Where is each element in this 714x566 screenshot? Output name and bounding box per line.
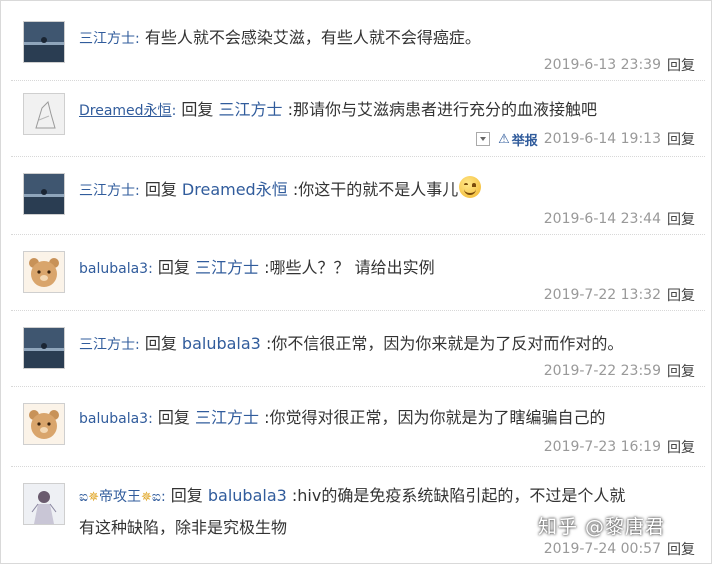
reply-link[interactable]: 回复 — [667, 539, 695, 559]
star-icon: ✵ — [140, 490, 152, 505]
username-separator: : — [148, 261, 153, 277]
username-separator: : — [171, 103, 177, 119]
reply-target-link[interactable]: 三江方士 — [218, 100, 282, 119]
username-separator: : — [135, 183, 140, 199]
comment-meta: 2019-7-24 00:57 回复 — [544, 539, 695, 559]
comment-body: Dreamed永恒: 回复 三江方士 :那请你与艾滋病患者进行充分的血液接触吧 — [79, 95, 695, 126]
username-separator: : — [135, 31, 140, 47]
reply-link[interactable]: 回复 — [667, 209, 695, 229]
comment-text: :那请你与艾滋病患者进行充分的血液接触吧 — [287, 100, 597, 119]
smile-emoji-icon — [459, 176, 482, 198]
star-icon: ✵ — [88, 490, 99, 505]
reply-word: 回复 — [144, 180, 177, 199]
comment-list-frame: 三江方士: 有些人就不会感染艾滋，有些人就不会得癌症。 2019-6-13 23… — [0, 0, 712, 564]
avatar[interactable] — [23, 21, 65, 63]
comment-row: 三江方士: 回复 balubala3 :你不信很正常，因为你来就是为了反对而作对… — [11, 311, 705, 387]
comment-row: 三江方士: 有些人就不会感染艾滋，有些人就不会得癌症。 2019-6-13 23… — [11, 7, 705, 81]
reply-word: 回复 — [170, 486, 203, 505]
comment-meta: ⚠ 举报 2019-6-14 19:13 回复 — [476, 129, 695, 149]
comment-text: :你这干的就不是人事儿 — [292, 180, 459, 199]
username-separator: : — [160, 489, 166, 505]
timestamp: 2019-7-22 13:32 — [543, 287, 661, 303]
timestamp: 2019-6-14 23:44 — [543, 211, 661, 227]
comment-meta: 2019-7-22 23:59 回复 — [544, 361, 695, 381]
username-link[interactable]: balubala3 — [79, 411, 148, 427]
comment-body: 三江方士: 回复 balubala3 :你不信很正常，因为你来就是为了反对而作对… — [79, 329, 695, 360]
avatar[interactable] — [23, 403, 65, 445]
report-label: 举报 — [511, 133, 538, 149]
reply-link[interactable]: 回复 — [667, 361, 695, 381]
reply-word: 回复 — [181, 100, 214, 119]
comment-row: balubala3: 回复 三江方士 :你觉得对很正常，因为你就是为了瞎编骗自己… — [11, 387, 705, 467]
avatar[interactable] — [23, 251, 65, 293]
avatar[interactable] — [23, 93, 65, 135]
comment-meta: 2019-6-13 23:39 回复 — [544, 55, 695, 75]
username-link[interactable]: balubala3 — [79, 261, 148, 277]
dropdown-icon[interactable] — [476, 132, 491, 146]
reply-target-link[interactable]: balubala3 — [182, 334, 261, 353]
comment-text-continued: 有这种缺陷，除非是究极生物 — [79, 518, 288, 537]
reply-link[interactable]: 回复 — [667, 55, 695, 75]
avatar[interactable] — [23, 173, 65, 215]
reply-link[interactable]: 回复 — [667, 437, 695, 457]
comment-text: :你觉得对很正常，因为你就是为了瞎编骗自己的 — [264, 408, 606, 427]
avatar[interactable] — [23, 327, 65, 369]
timestamp: 2019-7-22 23:59 — [543, 363, 661, 379]
reply-target-link[interactable]: 三江方士 — [195, 258, 259, 277]
reply-link[interactable]: 回复 — [667, 285, 695, 305]
username-separator: : — [148, 411, 153, 427]
timestamp: 2019-7-23 16:19 — [543, 439, 661, 455]
comment-text: :你不信很正常，因为你来就是为了反对而作对的。 — [265, 334, 624, 353]
username-suffix: ಐ — [151, 489, 161, 505]
comment-meta: 2019-7-22 13:32 回复 — [544, 285, 695, 305]
comment-body: 三江方士: 有些人就不会感染艾滋，有些人就不会得癌症。 — [79, 23, 695, 54]
reply-word: 回复 — [157, 408, 190, 427]
timestamp: 2019-6-14 19:13 — [543, 131, 661, 147]
username-link[interactable]: Dreamed永恒 — [79, 103, 172, 119]
reply-word: 回复 — [144, 334, 177, 353]
username-link[interactable]: 帝攻王 — [99, 489, 141, 505]
comment-body: balubala3: 回复 三江方士 :哪些人？？ 请给出实例 — [79, 253, 695, 284]
comment-body: 三江方士: 回复 Dreamed永恒 :你这干的就不是人事儿 — [79, 175, 695, 206]
comment-meta: 2019-7-23 16:19 回复 — [544, 437, 695, 457]
username-link[interactable]: 三江方士 — [79, 31, 135, 47]
username-link[interactable]: 三江方士 — [79, 337, 135, 353]
timestamp: 2019-6-13 23:39 — [543, 57, 661, 73]
timestamp: 2019-7-24 00:57 — [543, 541, 661, 557]
reply-word: 回复 — [157, 258, 190, 277]
avatar[interactable] — [23, 483, 65, 525]
username-separator: : — [135, 337, 140, 353]
comment-row: balubala3: 回复 三江方士 :哪些人？？ 请给出实例 2019-7-2… — [11, 235, 705, 311]
comment-text: :哪些人？？ 请给出实例 — [264, 258, 435, 277]
reply-target-link[interactable]: balubala3 — [208, 486, 287, 505]
username-prefix: ಐ — [79, 489, 89, 505]
reply-target-link[interactable]: 三江方士 — [195, 408, 259, 427]
report-button[interactable]: ⚠ 举报 — [498, 130, 538, 149]
comment-row: 三江方士: 回复 Dreamed永恒 :你这干的就不是人事儿 2019-6-14… — [11, 157, 705, 235]
reply-target-link[interactable]: Dreamed永恒 — [182, 180, 288, 199]
watermark: 知乎 @黎唐君 — [537, 516, 665, 538]
comment-body: balubala3: 回复 三江方士 :你觉得对很正常，因为你就是为了瞎编骗自己… — [79, 403, 695, 434]
comment-text: 有些人就不会感染艾滋，有些人就不会得癌症。 — [144, 28, 481, 47]
comment-text: :hiv的确是免疫系统缺陷引起的，不过是个人就 — [291, 486, 626, 505]
warning-icon: ⚠ — [498, 131, 510, 147]
username-link[interactable]: 三江方士 — [79, 183, 135, 199]
reply-link[interactable]: 回复 — [667, 129, 695, 149]
comment-row: Dreamed永恒: 回复 三江方士 :那请你与艾滋病患者进行充分的血液接触吧 … — [11, 81, 705, 157]
comment-meta: 2019-6-14 23:44 回复 — [544, 209, 695, 229]
